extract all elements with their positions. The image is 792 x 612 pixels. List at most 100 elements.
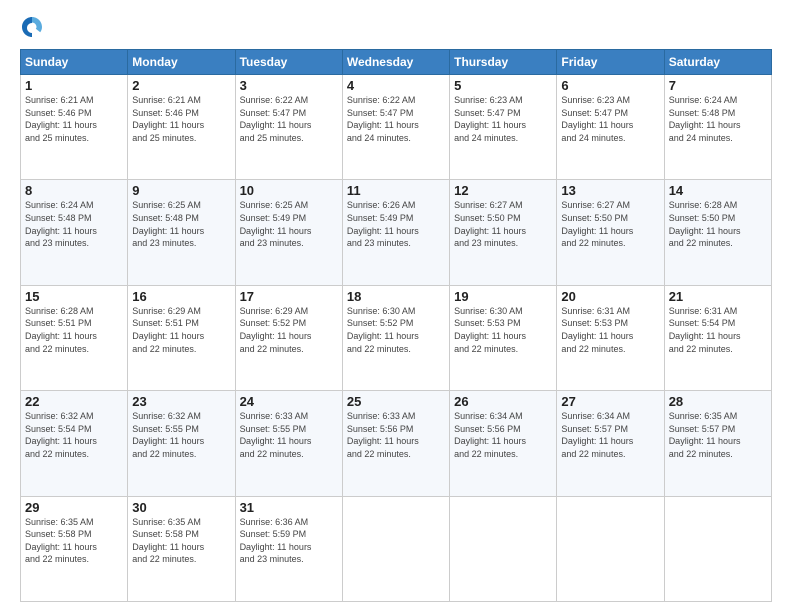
day-number: 19	[454, 289, 552, 304]
day-info: Sunrise: 6:29 AMSunset: 5:51 PMDaylight:…	[132, 305, 230, 355]
day-info: Sunrise: 6:35 AMSunset: 5:58 PMDaylight:…	[25, 516, 123, 566]
day-number: 18	[347, 289, 445, 304]
day-info: Sunrise: 6:35 AMSunset: 5:58 PMDaylight:…	[132, 516, 230, 566]
week-row-2: 8 Sunrise: 6:24 AMSunset: 5:48 PMDayligh…	[21, 180, 772, 285]
weekday-thursday: Thursday	[450, 50, 557, 75]
calendar-cell: 3 Sunrise: 6:22 AMSunset: 5:47 PMDayligh…	[235, 75, 342, 180]
day-info: Sunrise: 6:27 AMSunset: 5:50 PMDaylight:…	[561, 199, 659, 249]
calendar-cell: 22 Sunrise: 6:32 AMSunset: 5:54 PMDaylig…	[21, 391, 128, 496]
calendar-cell: 31 Sunrise: 6:36 AMSunset: 5:59 PMDaylig…	[235, 496, 342, 601]
day-number: 23	[132, 394, 230, 409]
day-number: 29	[25, 500, 123, 515]
week-row-1: 1 Sunrise: 6:21 AMSunset: 5:46 PMDayligh…	[21, 75, 772, 180]
calendar-cell	[450, 496, 557, 601]
calendar-cell: 4 Sunrise: 6:22 AMSunset: 5:47 PMDayligh…	[342, 75, 449, 180]
calendar-cell: 11 Sunrise: 6:26 AMSunset: 5:49 PMDaylig…	[342, 180, 449, 285]
page: SundayMondayTuesdayWednesdayThursdayFrid…	[0, 0, 792, 612]
calendar-cell: 28 Sunrise: 6:35 AMSunset: 5:57 PMDaylig…	[664, 391, 771, 496]
weekday-saturday: Saturday	[664, 50, 771, 75]
day-number: 12	[454, 183, 552, 198]
day-info: Sunrise: 6:35 AMSunset: 5:57 PMDaylight:…	[669, 410, 767, 460]
day-info: Sunrise: 6:33 AMSunset: 5:56 PMDaylight:…	[347, 410, 445, 460]
day-number: 1	[25, 78, 123, 93]
day-info: Sunrise: 6:23 AMSunset: 5:47 PMDaylight:…	[454, 94, 552, 144]
day-number: 15	[25, 289, 123, 304]
calendar-cell	[664, 496, 771, 601]
logo	[20, 15, 52, 39]
calendar-cell: 2 Sunrise: 6:21 AMSunset: 5:46 PMDayligh…	[128, 75, 235, 180]
calendar-cell: 14 Sunrise: 6:28 AMSunset: 5:50 PMDaylig…	[664, 180, 771, 285]
day-number: 25	[347, 394, 445, 409]
day-number: 22	[25, 394, 123, 409]
day-info: Sunrise: 6:22 AMSunset: 5:47 PMDaylight:…	[240, 94, 338, 144]
day-info: Sunrise: 6:24 AMSunset: 5:48 PMDaylight:…	[25, 199, 123, 249]
calendar-table: SundayMondayTuesdayWednesdayThursdayFrid…	[20, 49, 772, 602]
day-info: Sunrise: 6:21 AMSunset: 5:46 PMDaylight:…	[132, 94, 230, 144]
day-info: Sunrise: 6:30 AMSunset: 5:52 PMDaylight:…	[347, 305, 445, 355]
day-number: 3	[240, 78, 338, 93]
day-info: Sunrise: 6:32 AMSunset: 5:55 PMDaylight:…	[132, 410, 230, 460]
week-row-5: 29 Sunrise: 6:35 AMSunset: 5:58 PMDaylig…	[21, 496, 772, 601]
day-number: 31	[240, 500, 338, 515]
day-number: 27	[561, 394, 659, 409]
day-number: 21	[669, 289, 767, 304]
day-number: 7	[669, 78, 767, 93]
week-row-3: 15 Sunrise: 6:28 AMSunset: 5:51 PMDaylig…	[21, 285, 772, 390]
day-info: Sunrise: 6:36 AMSunset: 5:59 PMDaylight:…	[240, 516, 338, 566]
calendar-cell: 18 Sunrise: 6:30 AMSunset: 5:52 PMDaylig…	[342, 285, 449, 390]
day-number: 16	[132, 289, 230, 304]
calendar-cell: 6 Sunrise: 6:23 AMSunset: 5:47 PMDayligh…	[557, 75, 664, 180]
calendar-cell: 21 Sunrise: 6:31 AMSunset: 5:54 PMDaylig…	[664, 285, 771, 390]
day-number: 9	[132, 183, 230, 198]
calendar-cell: 12 Sunrise: 6:27 AMSunset: 5:50 PMDaylig…	[450, 180, 557, 285]
calendar-cell: 19 Sunrise: 6:30 AMSunset: 5:53 PMDaylig…	[450, 285, 557, 390]
calendar-cell: 5 Sunrise: 6:23 AMSunset: 5:47 PMDayligh…	[450, 75, 557, 180]
weekday-monday: Monday	[128, 50, 235, 75]
day-info: Sunrise: 6:27 AMSunset: 5:50 PMDaylight:…	[454, 199, 552, 249]
calendar-cell: 23 Sunrise: 6:32 AMSunset: 5:55 PMDaylig…	[128, 391, 235, 496]
calendar-cell: 10 Sunrise: 6:25 AMSunset: 5:49 PMDaylig…	[235, 180, 342, 285]
calendar-cell: 25 Sunrise: 6:33 AMSunset: 5:56 PMDaylig…	[342, 391, 449, 496]
calendar-cell: 20 Sunrise: 6:31 AMSunset: 5:53 PMDaylig…	[557, 285, 664, 390]
day-info: Sunrise: 6:34 AMSunset: 5:57 PMDaylight:…	[561, 410, 659, 460]
day-info: Sunrise: 6:28 AMSunset: 5:50 PMDaylight:…	[669, 199, 767, 249]
calendar-cell: 8 Sunrise: 6:24 AMSunset: 5:48 PMDayligh…	[21, 180, 128, 285]
weekday-wednesday: Wednesday	[342, 50, 449, 75]
day-number: 10	[240, 183, 338, 198]
day-number: 8	[25, 183, 123, 198]
day-number: 26	[454, 394, 552, 409]
calendar-cell: 29 Sunrise: 6:35 AMSunset: 5:58 PMDaylig…	[21, 496, 128, 601]
calendar-cell: 17 Sunrise: 6:29 AMSunset: 5:52 PMDaylig…	[235, 285, 342, 390]
calendar-cell: 30 Sunrise: 6:35 AMSunset: 5:58 PMDaylig…	[128, 496, 235, 601]
calendar-cell: 15 Sunrise: 6:28 AMSunset: 5:51 PMDaylig…	[21, 285, 128, 390]
day-number: 20	[561, 289, 659, 304]
weekday-sunday: Sunday	[21, 50, 128, 75]
day-number: 28	[669, 394, 767, 409]
day-info: Sunrise: 6:32 AMSunset: 5:54 PMDaylight:…	[25, 410, 123, 460]
day-number: 24	[240, 394, 338, 409]
weekday-friday: Friday	[557, 50, 664, 75]
day-number: 4	[347, 78, 445, 93]
calendar-cell	[342, 496, 449, 601]
header	[20, 15, 772, 39]
weekday-tuesday: Tuesday	[235, 50, 342, 75]
day-info: Sunrise: 6:26 AMSunset: 5:49 PMDaylight:…	[347, 199, 445, 249]
calendar-cell: 24 Sunrise: 6:33 AMSunset: 5:55 PMDaylig…	[235, 391, 342, 496]
day-info: Sunrise: 6:21 AMSunset: 5:46 PMDaylight:…	[25, 94, 123, 144]
day-info: Sunrise: 6:31 AMSunset: 5:53 PMDaylight:…	[561, 305, 659, 355]
day-info: Sunrise: 6:34 AMSunset: 5:56 PMDaylight:…	[454, 410, 552, 460]
day-info: Sunrise: 6:31 AMSunset: 5:54 PMDaylight:…	[669, 305, 767, 355]
day-number: 5	[454, 78, 552, 93]
calendar-cell: 16 Sunrise: 6:29 AMSunset: 5:51 PMDaylig…	[128, 285, 235, 390]
day-info: Sunrise: 6:25 AMSunset: 5:49 PMDaylight:…	[240, 199, 338, 249]
day-info: Sunrise: 6:24 AMSunset: 5:48 PMDaylight:…	[669, 94, 767, 144]
calendar-cell: 9 Sunrise: 6:25 AMSunset: 5:48 PMDayligh…	[128, 180, 235, 285]
day-number: 6	[561, 78, 659, 93]
day-info: Sunrise: 6:22 AMSunset: 5:47 PMDaylight:…	[347, 94, 445, 144]
calendar-cell	[557, 496, 664, 601]
calendar-cell: 7 Sunrise: 6:24 AMSunset: 5:48 PMDayligh…	[664, 75, 771, 180]
calendar-cell: 1 Sunrise: 6:21 AMSunset: 5:46 PMDayligh…	[21, 75, 128, 180]
logo-icon	[20, 15, 44, 39]
day-number: 17	[240, 289, 338, 304]
day-info: Sunrise: 6:23 AMSunset: 5:47 PMDaylight:…	[561, 94, 659, 144]
